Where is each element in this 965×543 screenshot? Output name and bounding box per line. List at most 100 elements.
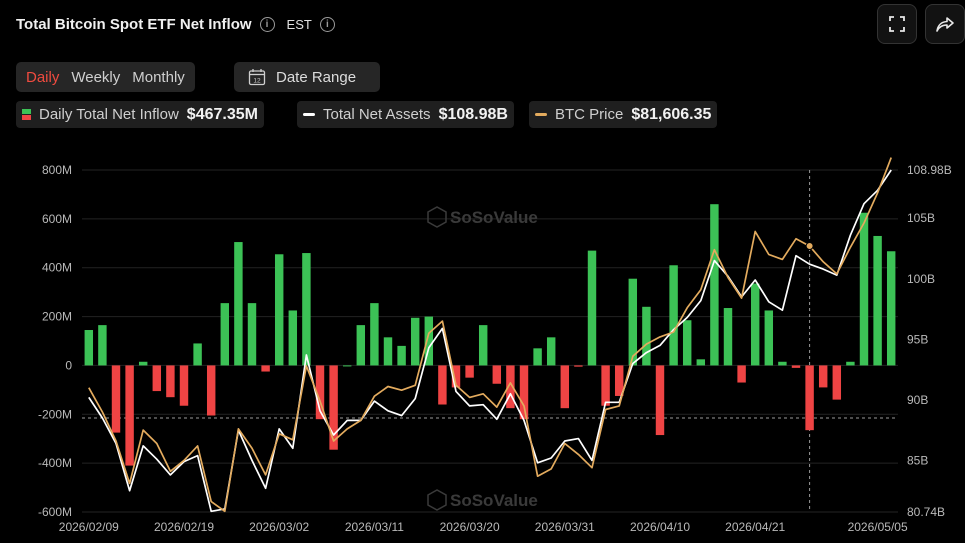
legend-label: BTC Price: [555, 106, 624, 123]
svg-text:12: 12: [253, 77, 261, 84]
watermark-logo-icon: [427, 206, 447, 228]
inflow-bar: [546, 337, 556, 366]
inflow-bar: [329, 365, 338, 450]
x-tick-label: 2026/05/05: [848, 520, 908, 534]
y-right-tick-label: 90B: [907, 393, 928, 407]
inflow-bar: [383, 337, 393, 366]
y-right-tick-label: 100B: [907, 272, 935, 286]
tab-weekly[interactable]: Weekly: [65, 69, 126, 86]
inflow-bar: [669, 265, 678, 366]
inflow-bar: [206, 365, 216, 416]
inflow-bar: [138, 361, 148, 366]
bar-swatch-icon: [22, 109, 31, 120]
x-tick-label: 2026/03/31: [535, 520, 595, 534]
x-tick-label: 2026/03/20: [440, 520, 500, 534]
y-left-tick-label: 400M: [42, 261, 72, 275]
legend-label: Daily Total Net Inflow: [39, 106, 179, 123]
x-tick-label: 2026/04/10: [630, 520, 690, 534]
share-button[interactable]: [925, 4, 965, 44]
legend-btc-price[interactable]: BTC Price $81,606.35: [529, 101, 718, 128]
inflow-bar: [832, 365, 842, 400]
legend-total-net-assets[interactable]: Total Net Assets $108.98B: [297, 101, 514, 128]
legend-net-inflow[interactable]: Daily Total Net Inflow $467.35M: [16, 101, 264, 128]
inflow-bar: [166, 365, 175, 398]
inflow-bar: [234, 242, 243, 366]
inflow-bar: [764, 310, 774, 366]
inflow-bar: [696, 359, 706, 366]
y-left-tick-label: -400M: [38, 456, 72, 470]
legend-value: $81,606.35: [631, 105, 712, 123]
inflow-bar: [805, 365, 814, 431]
inflow-bar: [247, 303, 257, 366]
line-swatch-icon: [535, 113, 547, 116]
fullscreen-button[interactable]: [877, 4, 917, 44]
inflow-bar: [125, 365, 134, 466]
inflow-bar: [465, 365, 474, 378]
info-icon[interactable]: i: [259, 16, 275, 32]
inflow-bar: [655, 365, 665, 436]
inflow-bar: [791, 365, 801, 368]
inflow-bar: [710, 204, 719, 366]
inflow-bar: [288, 310, 298, 366]
inflow-bar: [859, 212, 869, 366]
timezone-info-icon[interactable]: i: [319, 16, 335, 32]
timezone-label: EST: [286, 16, 312, 32]
watermark-text: SoSoValue: [450, 208, 538, 227]
inflow-bar: [778, 361, 787, 366]
chart-header: Total Bitcoin Spot ETF Net Inflow i EST …: [16, 12, 335, 36]
inflow-bar: [886, 251, 896, 366]
y-left-tick-label: 600M: [42, 212, 72, 226]
y-left-tick-label: -200M: [38, 407, 72, 421]
inflow-bar: [682, 320, 692, 366]
net-inflow-chart[interactable]: 800M 600M 400M 200M 0 -200M -400M -600M 108.98B 1…: [0, 150, 965, 543]
x-tick-label: 2026/02/09: [59, 520, 119, 534]
inflow-bar: [410, 317, 420, 366]
fullscreen-icon: [889, 16, 905, 32]
x-tick-label: 2026/03/02: [249, 520, 309, 534]
inflow-bar: [179, 365, 189, 406]
inflow-bar: [519, 365, 529, 420]
y-right-tick-label: 105B: [907, 211, 935, 225]
watermark-logo-icon: [427, 489, 447, 511]
y-left-tick-label: 200M: [42, 310, 72, 324]
inflow-bar: [370, 303, 379, 366]
inflow-bar: [846, 361, 855, 366]
legend-value: $467.35M: [186, 105, 258, 123]
inflow-bar: [818, 365, 828, 388]
tab-daily[interactable]: Daily: [20, 69, 65, 86]
chart-title: Total Bitcoin Spot ETF Net Inflow: [16, 15, 252, 33]
inflow-bar: [274, 254, 284, 366]
date-range-label: Date Range: [276, 68, 357, 86]
share-icon: [936, 17, 954, 32]
inflow-bar: [111, 365, 121, 433]
inflow-bar: [642, 306, 651, 366]
inflow-bar: [492, 365, 502, 384]
y-right-tick-label: 85B: [907, 453, 928, 467]
calendar-icon: 12: [248, 69, 266, 86]
date-range-button[interactable]: 12 Date Range: [234, 62, 380, 92]
x-tick-label: 2026/04/21: [725, 520, 785, 534]
inflow-bar: [574, 365, 583, 367]
tab-monthly[interactable]: Monthly: [126, 69, 191, 86]
inflow-bar: [587, 250, 597, 366]
y-right-tick-label: 95B: [907, 332, 928, 346]
inflow-bar: [533, 348, 542, 366]
inflow-bar: [723, 308, 733, 366]
line-swatch-icon: [303, 113, 315, 116]
y-right-tick-label: 108.98B: [907, 163, 952, 177]
watermark-text: SoSoValue: [450, 491, 538, 510]
x-tick-label: 2026/02/19: [154, 520, 214, 534]
inflow-bar: [873, 235, 882, 366]
y-left-tick-label: 800M: [42, 163, 72, 177]
y-right-tick-label: 80.74B: [907, 505, 945, 519]
inflow-bar: [737, 365, 746, 383]
inflow-bar: [356, 325, 366, 366]
inflow-bar: [98, 325, 107, 366]
inflow-bar: [152, 365, 162, 392]
y-left-tick-label: -600M: [38, 505, 72, 519]
interval-tab-group: Daily Weekly Monthly: [16, 62, 195, 92]
inflow-bar: [750, 283, 760, 366]
inflow-bar: [220, 303, 230, 366]
legend-label: Total Net Assets: [323, 106, 431, 123]
inflow-bar: [342, 365, 352, 367]
